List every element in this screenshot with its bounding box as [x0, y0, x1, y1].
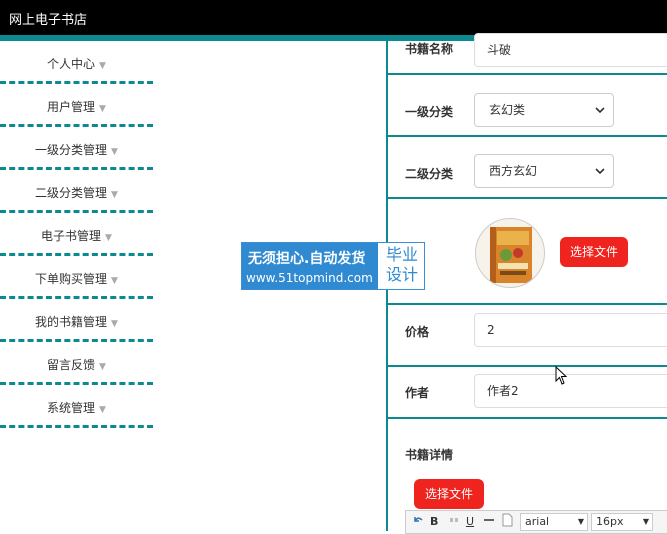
caret-down-icon: ▼ [99, 405, 106, 415]
category1-label: 一级分类 [405, 105, 454, 119]
caret-down-icon: ▼ [99, 362, 106, 372]
font-size-select[interactable]: 16px ▼ [591, 513, 653, 531]
price-value: 2 [487, 323, 495, 337]
sidebar-item-user-management[interactable]: 用户管理 ▼ [0, 84, 153, 127]
font-size-value: 16px [596, 515, 624, 528]
sidebar-item-label: 一级分类管理 [35, 143, 108, 157]
sidebar-item-label: 留言反馈 [47, 358, 96, 372]
author-input[interactable]: 作者2 [474, 374, 667, 408]
book-name-label: 书籍名称 [405, 42, 454, 56]
watermark-left: 无须担心.自动发货 www.51topmind.com [242, 243, 378, 289]
author-label: 作者 [405, 386, 430, 400]
font-family-select[interactable]: arial ▼ [520, 513, 588, 531]
bold-button[interactable]: B [430, 515, 438, 528]
sidebar-item-label: 个人中心 [47, 57, 96, 71]
book-name-input[interactable]: 斗破 [474, 33, 667, 67]
chevron-down-icon [595, 94, 605, 140]
form-row-category2: 二级分类 西方玄幻 [388, 137, 667, 199]
sidebar-item-label: 下单购买管理 [35, 272, 108, 286]
rich-text-toolbar: B U arial ▼ 16px ▼ [405, 510, 667, 534]
caret-down-icon: ▼ [105, 233, 112, 243]
watermark-url: www.51topmind.com [246, 271, 373, 285]
details-label: 书籍详情 [405, 448, 454, 462]
category1-value: 玄幻类 [489, 103, 526, 117]
sidebar-item-label: 二级分类管理 [35, 186, 108, 200]
caret-down-icon: ▼ [99, 61, 106, 71]
caret-down-icon: ▼ [111, 190, 118, 200]
font-family-value: arial [525, 515, 550, 528]
form-row-book-name: 书籍名称 斗破 [388, 33, 667, 75]
sidebar-item-personal-center[interactable]: 个人中心 ▼ [0, 41, 153, 84]
form-row-category1: 一级分类 玄幻类 [388, 75, 667, 137]
form-row-price: 价格 2 [388, 305, 667, 367]
sidebar-item-label: 系统管理 [47, 401, 96, 415]
book-cover-image [475, 218, 545, 288]
sidebar: 个人中心 ▼ 用户管理 ▼ 一级分类管理 ▼ 二级分类管理 ▼ 电子书管理 ▼ 下单购买管… [0, 41, 155, 531]
sidebar-item-label: 用户管理 [47, 100, 96, 114]
author-value: 作者2 [487, 384, 519, 398]
quote-icon[interactable] [448, 514, 460, 529]
caret-down-icon: ▼ [642, 517, 649, 526]
horizontal-rule-icon[interactable] [483, 513, 495, 530]
undo-icon[interactable] [412, 514, 424, 529]
top-bar: 网上电子书店 [0, 0, 667, 35]
sidebar-item-system-management[interactable]: 系统管理 ▼ [0, 385, 153, 428]
book-name-value: 斗破 [487, 43, 512, 57]
caret-down-icon: ▼ [111, 147, 118, 157]
caret-down-icon: ▼ [99, 104, 106, 114]
watermark-side-top: 毕业 [385, 245, 418, 264]
chevron-down-icon [595, 155, 605, 201]
caret-down-icon: ▼ [111, 319, 118, 329]
mouse-pointer-icon [555, 365, 569, 390]
sidebar-item-order-management[interactable]: 下单购买管理 ▼ [0, 256, 153, 299]
underline-button[interactable]: U [466, 515, 474, 528]
category1-select[interactable]: 玄幻类 [474, 93, 614, 127]
sidebar-item-feedback[interactable]: 留言反馈 ▼ [0, 342, 153, 385]
category2-select[interactable]: 西方玄幻 [474, 154, 614, 188]
price-input[interactable]: 2 [474, 313, 667, 347]
sidebar-item-category2-management[interactable]: 二级分类管理 ▼ [0, 170, 153, 213]
book-edit-form: 书籍名称 斗破 一级分类 玄幻类 二级分类 西方玄幻 图 [386, 33, 667, 534]
sidebar-item-category1-management[interactable]: 一级分类管理 ▼ [0, 127, 153, 170]
sidebar-item-label: 我的书籍管理 [35, 315, 108, 329]
sidebar-item-my-books[interactable]: 我的书籍管理 ▼ [0, 299, 153, 342]
watermark-slogan: 无须担心.自动发货 [248, 251, 366, 267]
app-title: 网上电子书店 [9, 13, 88, 28]
category2-value: 西方玄幻 [489, 164, 538, 178]
watermark-right: 毕业 设计 [379, 245, 425, 285]
price-label: 价格 [405, 325, 430, 339]
caret-down-icon: ▼ [111, 276, 118, 286]
choose-cover-file-button[interactable]: 选择文件 [560, 237, 628, 267]
form-row-author: 作者 作者2 [388, 367, 667, 419]
watermark-side-bottom: 设计 [385, 265, 418, 284]
watermark-badge: 无须担心.自动发货 www.51topmind.com 毕业 设计 [241, 242, 425, 290]
sidebar-item-label: 电子书管理 [41, 229, 102, 243]
category2-label: 二级分类 [405, 167, 454, 181]
document-icon[interactable] [501, 513, 513, 530]
choose-details-file-button[interactable]: 选择文件 [414, 479, 484, 509]
sidebar-item-ebook-management[interactable]: 电子书管理 ▼ [0, 213, 153, 256]
caret-down-icon: ▼ [577, 517, 584, 526]
